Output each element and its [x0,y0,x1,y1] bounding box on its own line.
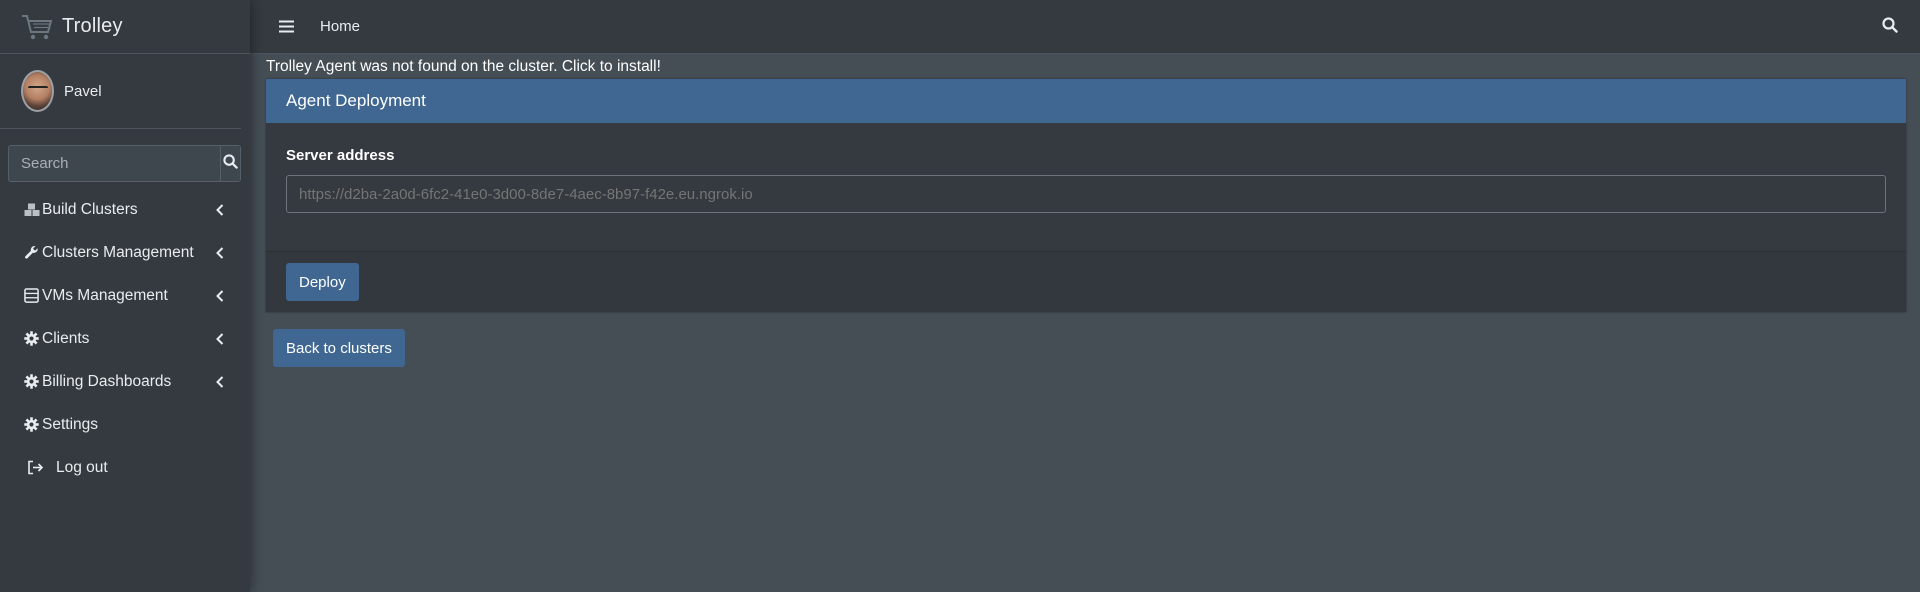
agent-deployment-card: Agent Deployment Server address Deploy [266,79,1906,312]
nav-home-link[interactable]: Home [320,18,360,35]
search-icon [223,153,238,174]
sign-out-icon [27,459,44,476]
top-navbar: Home [250,0,1920,54]
brand-link[interactable]: Trolley [0,0,250,54]
card-title: Agent Deployment [266,79,1906,123]
search-button[interactable] [220,146,240,181]
chevron-left-icon [214,203,226,216]
back-to-clusters-button[interactable]: Back to clusters [273,329,405,367]
sidebar-item-clients[interactable]: Clients [0,317,250,360]
card-body: Server address [266,123,1906,251]
sidebar-item-label: Settings [42,415,99,433]
sidebar-nav: Build Clusters Clusters Management VMs M… [0,188,250,489]
brand-name: Trolley [62,15,123,37]
search-icon[interactable] [1882,17,1898,38]
main-content: Trolley Agent was not found on the clust… [250,54,1920,592]
chevron-left-icon [214,289,226,302]
user-panel: Pavel [0,54,241,129]
agent-install-alert[interactable]: Trolley Agent was not found on the clust… [266,58,661,76]
search-input[interactable] [9,146,220,181]
sidebar-item-label: Clusters Management [42,243,194,261]
user-name[interactable]: Pavel [64,83,102,100]
card-footer: Deploy [266,251,1906,312]
chevron-left-icon [214,375,226,388]
sidebar-item-label: Clients [42,329,90,347]
sidebar-item-billing-dashboards[interactable]: Billing Dashboards [0,360,250,403]
avatar[interactable] [21,70,54,112]
sidebar-item-label: Build Clusters [42,200,138,218]
sidebar-item-build-clusters[interactable]: Build Clusters [0,188,250,231]
gear-icon [23,373,40,390]
cart-icon [20,10,54,44]
sidebar-item-label: Log out [56,458,108,476]
server-address-input[interactable] [286,175,1886,213]
deploy-button[interactable]: Deploy [286,263,359,301]
cubes-icon [23,201,40,218]
gear-icon [23,416,40,433]
sidebar-item-clusters-management[interactable]: Clusters Management [0,231,250,274]
chevron-left-icon [214,332,226,345]
wrench-icon [23,244,40,261]
sidebar-item-vms-management[interactable]: VMs Management [0,274,250,317]
sidebar-item-label: VMs Management [42,286,168,304]
sidebar-item-label: Billing Dashboards [42,372,172,390]
sidebar: Trolley Pavel Build Clusters Cluster [0,0,250,592]
sidebar-item-log-out[interactable]: Log out [0,446,250,489]
server-address-label: Server address [286,147,395,164]
sidebar-item-settings[interactable]: Settings [0,403,250,446]
gear-icon [23,330,40,347]
sidebar-search [8,145,241,182]
server-icon [23,287,40,304]
chevron-left-icon [214,246,226,259]
menu-toggle-icon[interactable] [271,20,301,33]
